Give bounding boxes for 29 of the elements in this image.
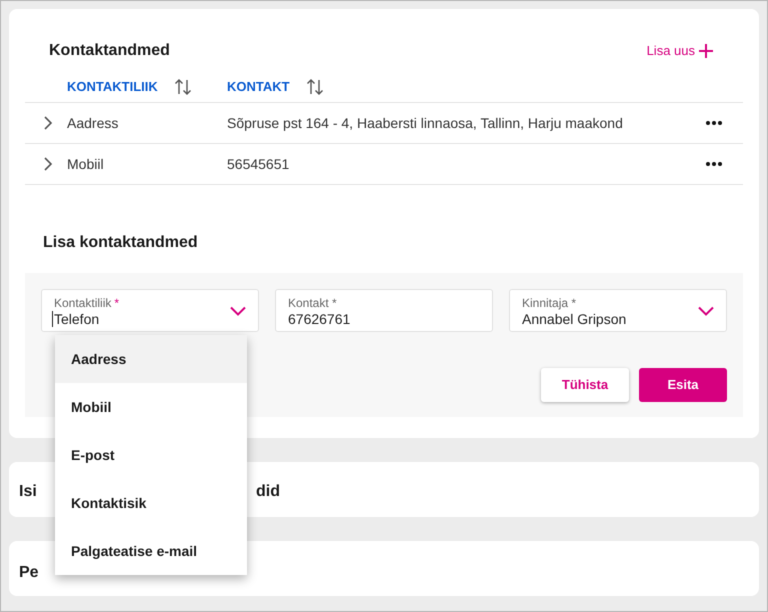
plus-icon [699, 44, 713, 58]
table-cell-text: Aadress [67, 114, 120, 132]
section-title: Isi [19, 482, 37, 502]
submit-button[interactable]: Esita [639, 368, 727, 402]
more-icon[interactable] [705, 120, 723, 126]
table-cell-text: Mobiil [67, 154, 105, 174]
chevron-down-icon [698, 306, 714, 316]
sort-icon[interactable] [174, 78, 192, 96]
section-title: Pe [19, 563, 39, 583]
dropdown-option[interactable]: E-post [55, 431, 247, 479]
sort-icon[interactable] [306, 78, 324, 96]
input-field[interactable]: Kontakt * 67626761 [275, 289, 493, 332]
dropdown-option[interactable]: Mobiil [55, 383, 247, 431]
section-title: did [256, 482, 280, 502]
column-header[interactable]: KONTAKT [227, 76, 290, 96]
dropdown-option[interactable]: Kontaktisik [55, 479, 247, 527]
form-title: Lisa kontaktandmed [42, 233, 199, 253]
table-cell-text: 56545651 [227, 154, 290, 174]
chevron-down-icon [230, 306, 246, 316]
add-link[interactable]: Lisa uus [646, 41, 713, 61]
dropdown-option[interactable]: Aadress [55, 335, 247, 383]
cancel-button[interactable]: Tühista [541, 368, 629, 402]
table-cell-text: Sõpruse pst 164 - 4, Haabersti linnaosa, Tallinn, Harju maakond [227, 114, 624, 133]
select-field[interactable]: Kinnitaja * Annabel Gripson [509, 289, 727, 332]
section-title: Kontaktandmed [49, 41, 170, 61]
select-field[interactable]: Kontaktiliik * Telefon [41, 289, 259, 332]
dropdown-option[interactable]: Palgateatise e-mail [55, 527, 247, 575]
column-header[interactable]: KONTAKTILIIK [67, 76, 158, 96]
more-icon[interactable] [705, 161, 723, 167]
